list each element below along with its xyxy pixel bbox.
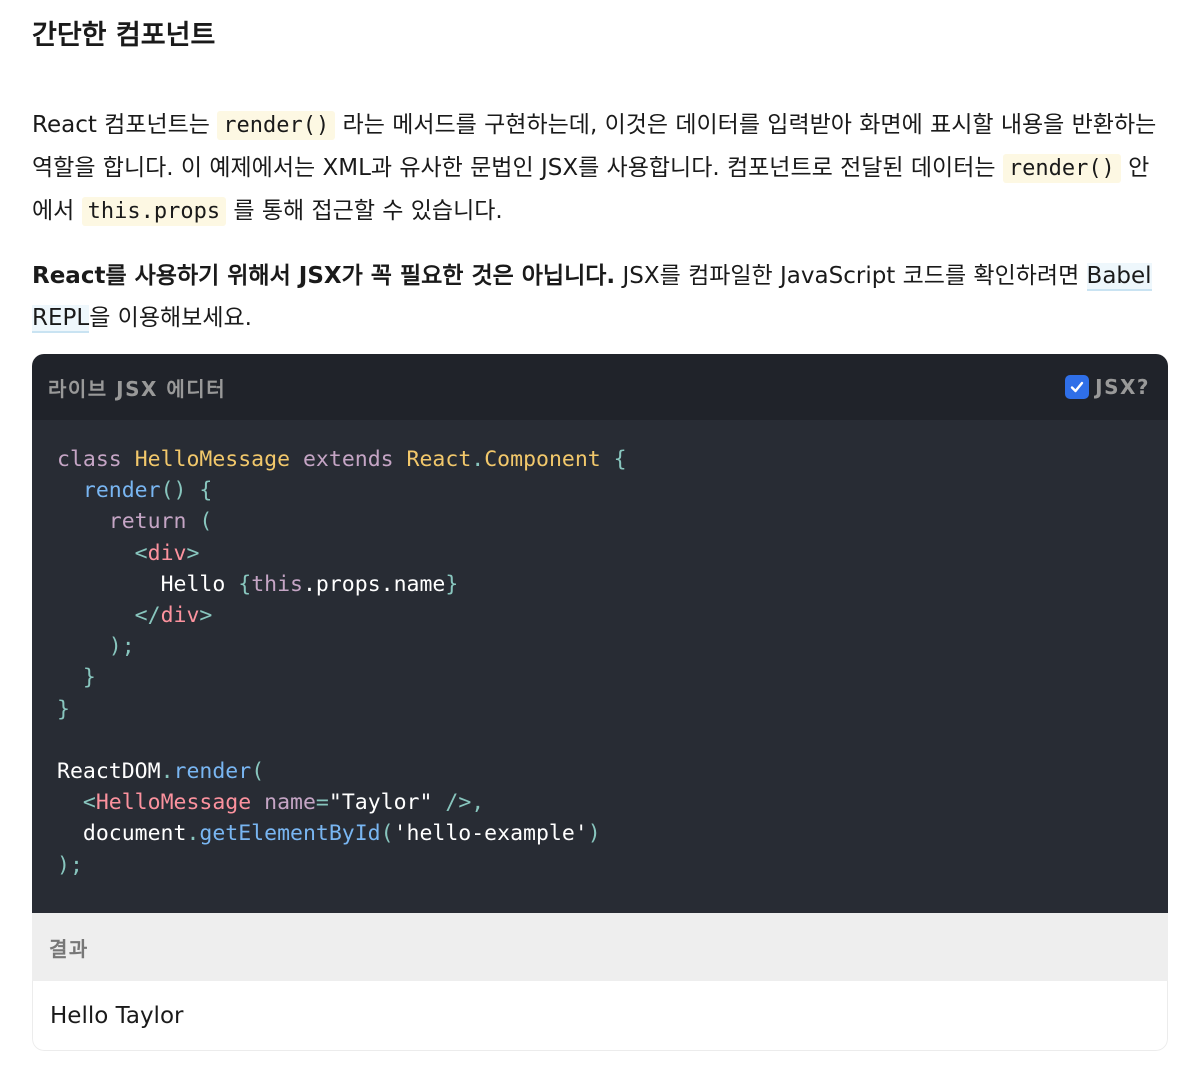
editor-header: 라이브 JSX 에디터 JSX? [32,354,1168,420]
text: JSX를 컴파일한 JavaScript 코드를 확인하려면 [615,263,1087,289]
intro-paragraph: React 컴포넌트는 render() 라는 메서드를 구현하는데, 이것은 … [32,104,1168,233]
result-text: Hello Taylor [50,1002,184,1029]
result-output: Hello Taylor [32,981,1168,1051]
jsx-checkbox[interactable] [1065,375,1090,399]
text: React 컴포넌트는 [32,112,218,138]
inline-code-this-props: this.props [81,197,227,226]
text: 을 이용해보세요. [89,305,252,331]
jsx-note-paragraph: React를 사용하기 위해서 JSX가 꼭 필요한 것은 아닙니다. JSX를… [32,255,1168,339]
inline-code-render: render() [1002,154,1121,183]
jsx-toggle-label: JSX? [1095,375,1150,399]
result-header: 결과 [32,913,1168,981]
section-title: 간단한 컴포넌트 [32,20,216,51]
result-title: 결과 [49,936,89,961]
bold-note: React를 사용하기 위해서 JSX가 꼭 필요한 것은 아닙니다. [32,263,616,289]
jsx-toggle[interactable]: JSX? [1065,375,1150,399]
code-editor[interactable]: class HelloMessage extends React.Compone… [32,420,1168,913]
checkmark-icon [1070,381,1084,393]
live-jsx-editor: 라이브 JSX 에디터 JSX? class HelloMessage exte… [32,354,1168,1051]
text: 를 통해 접근할 수 있습니다. [226,198,503,224]
code-text[interactable]: class HelloMessage extends React.Compone… [57,444,1168,881]
inline-code-render: render() [217,111,336,140]
editor-title: 라이브 JSX 에디터 [48,376,227,401]
page: 간단한 컴포넌트 React 컴포넌트는 render() 라는 메서드를 구현… [0,0,1200,339]
